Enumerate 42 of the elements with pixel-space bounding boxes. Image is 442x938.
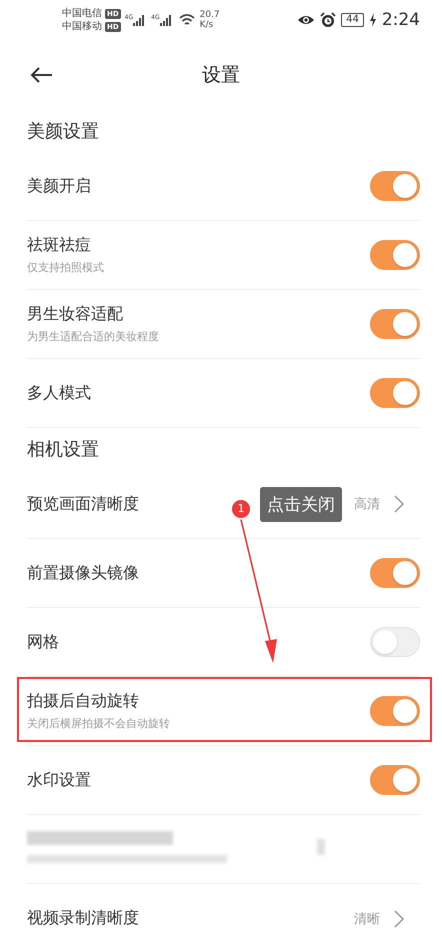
chevron-right-icon	[394, 495, 404, 513]
setting-label: 网格	[27, 632, 59, 652]
tooltip: 点击关闭	[260, 487, 342, 522]
toggle-switch[interactable]	[370, 309, 420, 339]
setting-value: 清晰	[354, 910, 380, 928]
page-title: 设置	[202, 63, 240, 88]
toggle-switch[interactable]	[370, 171, 420, 201]
carrier-name: 中国移动	[62, 20, 102, 32]
setting-description: 为男生适配合适的美妆程度	[27, 329, 159, 344]
step-number: 1	[232, 500, 250, 518]
carrier-name: 中国电信	[62, 8, 102, 20]
alarm-icon	[320, 12, 336, 28]
setting-value: 高清	[354, 496, 380, 513]
setting-description: 仅支持拍照模式	[27, 260, 104, 275]
section-heading: 相机设置	[26, 438, 100, 462]
signal-icon	[160, 14, 174, 26]
toggle-switch[interactable]	[370, 558, 420, 588]
toggle-switch[interactable]	[370, 765, 420, 795]
chevron-right-icon	[394, 910, 404, 928]
toggle-switch[interactable]	[370, 378, 420, 408]
battery-level: 44	[341, 13, 364, 27]
toggle-switch[interactable]	[370, 240, 420, 270]
wifi-icon	[178, 13, 196, 27]
toggle-switch[interactable]	[370, 696, 420, 726]
setting-description: 关闭后横屏拍摄不会自动旋转	[27, 716, 170, 731]
speed-unit: K/s	[200, 20, 214, 30]
setting-label: 祛斑祛痘	[27, 235, 92, 256]
charging-icon	[368, 13, 377, 27]
setting-label: 前置摄像头镜像	[27, 562, 139, 584]
section-heading: 美颜设置	[26, 120, 100, 144]
setting-label: 男生妆容适配	[27, 304, 124, 325]
setting-label: 多人模式	[27, 382, 91, 404]
setting-label: 水印设置	[27, 770, 91, 790]
setting-label: 美颜开启	[27, 176, 91, 196]
eye-icon	[297, 14, 316, 26]
speed-value: 20.7	[200, 10, 220, 20]
clock-time: 2:24	[382, 10, 420, 30]
back-button[interactable]	[30, 67, 52, 83]
setting-label: 视频录制清晰度	[27, 908, 139, 929]
setting-label: 拍摄后自动旋转	[27, 691, 140, 712]
setting-label: 预览画面清晰度	[27, 494, 139, 514]
back-arrow-icon	[30, 67, 52, 83]
